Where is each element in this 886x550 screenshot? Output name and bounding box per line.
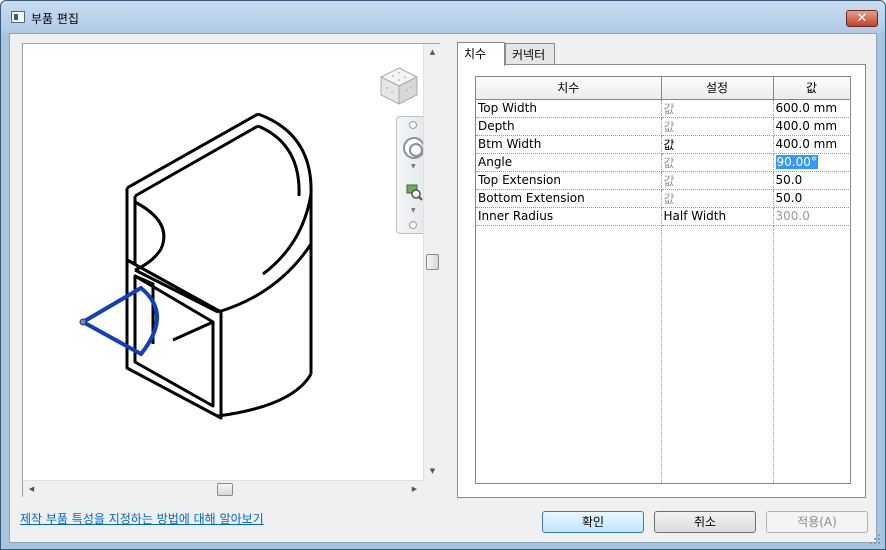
dimension-value[interactable]: 50.0	[773, 189, 851, 208]
scroll-up-icon[interactable]: ▲	[424, 44, 441, 61]
dimension-value: 300.0	[773, 207, 851, 226]
dimension-name: Btm Width	[476, 135, 662, 154]
tab-panel-dimensions: 치수 설정 값 Top Width 값 600.0 mm Depth 값 400…	[457, 64, 866, 498]
dimension-setting[interactable]: 값	[661, 117, 774, 136]
preview-viewport[interactable]: ▼ ▼ ▲ ▼ ◀ ▶	[22, 43, 440, 497]
dimension-setting[interactable]: 값	[661, 153, 774, 172]
angle-value-input[interactable]: 90.00°	[775, 155, 818, 169]
dimension-name: Top Extension	[476, 171, 662, 190]
header-value[interactable]: 값	[773, 77, 851, 100]
dimension-name: Bottom Extension	[476, 189, 662, 208]
tab-control: 치수 커넥터 치수 설정 값 Top Width 값 600.0 mm Dept…	[457, 42, 866, 498]
help-link[interactable]: 제작 부품 특성을 지정하는 방법에 대해 알아보기	[20, 510, 264, 527]
dimension-value[interactable]: 600.0 mm	[773, 99, 851, 118]
close-icon: ✕	[856, 11, 868, 26]
dimension-name: Depth	[476, 117, 662, 136]
dimensions-grid: 치수 설정 값 Top Width 값 600.0 mm Depth 값 400…	[475, 76, 851, 484]
grid-column-divider	[661, 225, 662, 483]
ok-button[interactable]: 확인	[542, 511, 644, 533]
table-row[interactable]: Depth 값 400.0 mm	[476, 117, 851, 136]
tab-connectors[interactable]: 커넥터	[505, 43, 555, 65]
dimension-setting[interactable]: 값	[661, 99, 774, 118]
scroll-corner	[423, 480, 440, 497]
vertical-scrollbar[interactable]: ▲ ▼	[423, 44, 440, 480]
dialog-body: ▼ ▼ ▲ ▼ ◀ ▶ 치수 커넥터 치수 설정 값 Top Width 값 6…	[9, 33, 877, 543]
dimension-setting[interactable]: 값	[661, 189, 774, 208]
dimension-setting[interactable]: 값	[661, 135, 774, 154]
table-row[interactable]: Top Extension 값 50.0	[476, 171, 851, 190]
navbar-options-icon[interactable]	[409, 221, 417, 229]
dimension-value-editing[interactable]: 90.00°	[773, 153, 851, 172]
apply-button[interactable]: 적용(A)	[766, 511, 868, 533]
dimension-name: Top Width	[476, 99, 662, 118]
header-setting[interactable]: 설정	[661, 77, 774, 100]
horizontal-scroll-thumb[interactable]	[217, 483, 233, 496]
navbar-close-icon[interactable]	[409, 121, 417, 129]
dimension-value[interactable]: 50.0	[773, 171, 851, 190]
close-button[interactable]: ✕	[846, 10, 878, 27]
dimension-name: Inner Radius	[476, 207, 662, 226]
table-row[interactable]: Btm Width 값 400.0 mm	[476, 135, 851, 154]
dimension-value[interactable]: 400.0 mm	[773, 135, 851, 154]
title-bar[interactable]: 부품 편집 ✕	[1, 1, 885, 33]
dialog-window: 부품 편집 ✕ ▼ ▼ ▲ ▼ ◀ ▶ 치수 커넥터 치수 설정 값 Top W…	[0, 0, 886, 550]
zoom-icon[interactable]	[405, 183, 423, 201]
steering-wheel-icon[interactable]	[403, 137, 425, 159]
tab-dimensions[interactable]: 치수	[457, 42, 505, 66]
scroll-left-icon[interactable]: ◀	[23, 481, 40, 498]
table-row[interactable]: Bottom Extension 값 50.0	[476, 189, 851, 208]
scroll-down-icon[interactable]: ▼	[424, 463, 441, 480]
grid-header-row: 치수 설정 값	[476, 77, 851, 100]
zoom-dropdown-icon[interactable]: ▼	[411, 207, 416, 214]
wheel-dropdown-icon[interactable]: ▼	[411, 163, 416, 170]
grid-column-divider	[773, 225, 774, 483]
scroll-right-icon[interactable]: ▶	[406, 481, 423, 498]
dimension-name: Angle	[476, 153, 662, 172]
header-dimension[interactable]: 치수	[476, 77, 662, 100]
table-row[interactable]: Inner Radius Half Width 300.0	[476, 207, 851, 226]
dimensions-table: 치수 설정 값 Top Width 값 600.0 mm Depth 값 400…	[476, 77, 851, 226]
table-row[interactable]: Top Width 값 600.0 mm	[476, 99, 851, 118]
horizontal-scrollbar[interactable]: ◀ ▶	[23, 480, 423, 497]
resize-grip-icon[interactable]	[869, 533, 881, 545]
cancel-button[interactable]: 취소	[654, 511, 756, 533]
window-title: 부품 편집	[31, 12, 79, 26]
dimension-value[interactable]: 400.0 mm	[773, 117, 851, 136]
dimension-setting[interactable]: 값	[661, 171, 774, 190]
viewcube-icon[interactable]	[377, 64, 421, 108]
part-preview-canvas[interactable]	[23, 44, 423, 480]
table-row[interactable]: Angle 값 90.00°	[476, 153, 851, 172]
vertical-scroll-thumb[interactable]	[426, 254, 439, 270]
app-icon	[11, 11, 25, 23]
dimension-setting[interactable]: Half Width	[661, 207, 774, 226]
